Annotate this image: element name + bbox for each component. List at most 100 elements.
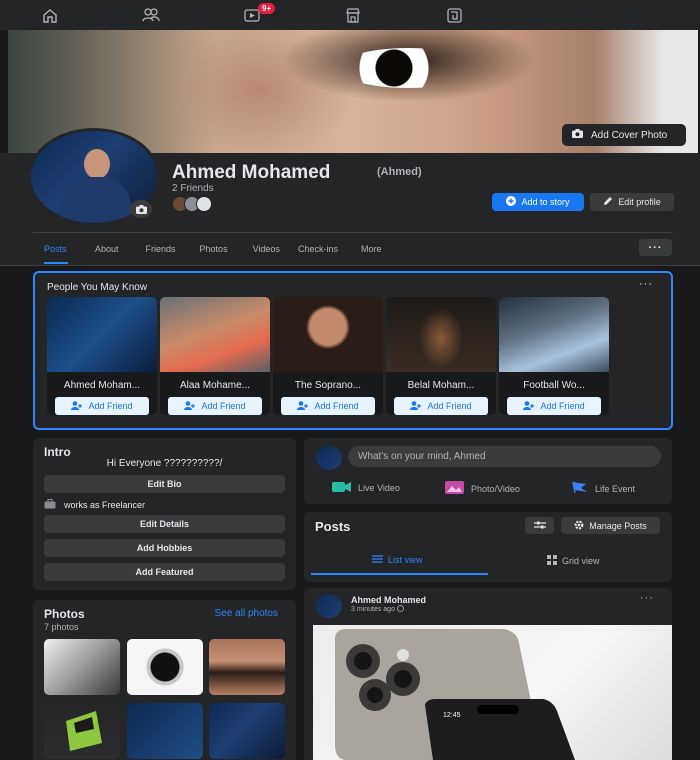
photo-thumbnail[interactable] [127, 703, 203, 759]
notification-badge: 9+ [258, 3, 276, 14]
add-to-story-button[interactable]: Add to story [492, 193, 584, 211]
add-friend-label: Add Friend [88, 401, 133, 411]
intro-panel: Intro Hi Everyone ??????????/ Edit Bio w… [33, 438, 296, 590]
intro-title: Intro [44, 445, 71, 459]
photo-video-button[interactable]: Photo/Video [445, 481, 520, 496]
add-friend-button[interactable]: Add Friend [281, 397, 375, 415]
photo-thumbnail[interactable] [209, 639, 285, 695]
edit-details-button[interactable]: Edit Details [44, 515, 285, 533]
post-composer: What's on your mind, Ahmed Live Video Ph… [304, 438, 672, 504]
work-info: works as Freelancer [44, 499, 145, 511]
friend-suggestion-card[interactable]: Alaa Mohame... Add Friend [160, 297, 270, 415]
photo-thumbnail[interactable] [44, 703, 120, 759]
grid-icon [547, 555, 557, 567]
post-image[interactable]: 12:45 [313, 625, 672, 760]
photo-thumbnail[interactable] [209, 703, 285, 759]
add-to-story-label: Add to story [521, 197, 570, 207]
grid-view-label: Grid view [562, 556, 600, 566]
edit-profile-button[interactable]: Edit profile [590, 193, 674, 211]
friend-suggestion-card[interactable]: Ahmed Moham... Add Friend [47, 297, 157, 415]
post-meta: 3 minutes ago [351, 605, 404, 614]
list-view-tab[interactable]: List view [372, 555, 423, 565]
camera-icon[interactable] [130, 200, 152, 218]
post-author-avatar[interactable] [316, 594, 342, 618]
add-friend-label: Add Friend [314, 401, 359, 411]
add-friend-button[interactable]: Add Friend [55, 397, 149, 415]
suggestion-name: Ahmed Moham... [63, 380, 141, 391]
life-event-button[interactable]: Life Event [572, 481, 635, 496]
home-icon[interactable] [41, 6, 59, 24]
add-friend-button[interactable]: Add Friend [507, 397, 601, 415]
add-cover-photo-button[interactable]: Add Cover Photo [562, 124, 686, 146]
manage-posts-button[interactable]: Manage Posts [561, 517, 660, 534]
marketplace-icon[interactable] [344, 6, 362, 24]
photos-title: Photos [44, 607, 85, 621]
briefcase-icon [44, 499, 56, 511]
composer-input[interactable]: What's on your mind, Ahmed [348, 446, 661, 467]
suggestion-name: The Soprano... [294, 380, 362, 391]
post-options-button[interactable]: ··· [640, 592, 654, 604]
add-friend-button[interactable]: Add Friend [168, 397, 262, 415]
live-video-label: Live Video [358, 483, 400, 493]
sliders-icon [533, 520, 546, 532]
add-cover-label: Add Cover Photo [591, 129, 668, 141]
header-divider [33, 232, 673, 233]
friend-suggestion-card[interactable]: Football Wo... Add Friend [499, 297, 609, 415]
more-options-button[interactable]: ··· [639, 239, 672, 256]
gear-icon [574, 520, 584, 532]
friends-icon[interactable] [142, 6, 160, 24]
photo-video-label: Photo/Video [471, 483, 520, 494]
post-card: Ahmed Mohamed 3 minutes ago ··· 12:45 [304, 588, 672, 760]
filters-button[interactable] [525, 517, 554, 534]
live-video-button[interactable]: Live Video [332, 481, 400, 495]
photo-thumbnail[interactable] [127, 639, 203, 695]
photo-icon [445, 481, 464, 496]
work-text: works as Freelancer [64, 500, 146, 510]
photo-thumbnail[interactable] [44, 639, 120, 695]
add-friend-icon [71, 400, 83, 412]
life-event-label: Life Event [595, 483, 636, 494]
grid-view-tab[interactable]: Grid view [547, 555, 600, 567]
plus-circle-icon [506, 196, 517, 208]
posts-header: Posts Manage Posts List view Grid view [304, 512, 672, 582]
add-featured-button[interactable]: Add Featured [44, 563, 285, 581]
tab-about[interactable]: About [95, 240, 119, 264]
gaming-icon[interactable] [445, 6, 463, 24]
list-view-label: List view [388, 555, 423, 565]
active-view-indicator [311, 573, 488, 575]
profile-name: Ahmed Mohamed [172, 162, 331, 183]
suggestion-photo [47, 297, 157, 372]
camera-icon [572, 129, 583, 141]
friends-count[interactable]: 2 Friends [172, 183, 214, 194]
section-separator [0, 265, 700, 266]
tab-videos[interactable]: Videos [253, 240, 280, 264]
suggestion-photo [499, 297, 609, 372]
pymk-more-button[interactable]: ··· [639, 278, 653, 290]
tab-more[interactable]: More [361, 240, 382, 264]
edit-bio-button[interactable]: Edit Bio [44, 475, 285, 493]
composer-avatar [316, 446, 342, 470]
posts-title: Posts [315, 519, 351, 534]
see-all-photos-link[interactable]: See all photos [215, 608, 278, 619]
photos-panel: Photos See all photos 7 photos [33, 600, 296, 760]
tab-check-ins[interactable]: Check-ins [298, 240, 338, 264]
people-you-may-know: People You May Know ··· Ahmed Moham... A… [33, 271, 673, 430]
add-friend-icon [184, 400, 196, 412]
tab-friends[interactable]: Friends [146, 240, 176, 264]
post-author-name[interactable]: Ahmed Mohamed [351, 595, 426, 605]
suggestion-name: Football Wo... [523, 380, 585, 391]
friend-avatar[interactable] [196, 196, 212, 212]
add-friend-button[interactable]: Add Friend [394, 397, 488, 415]
tab-posts[interactable]: Posts [44, 240, 68, 264]
add-hobbies-button[interactable]: Add Hobbies [44, 539, 285, 557]
globe-icon [397, 605, 404, 614]
photos-count: 7 photos [44, 622, 79, 632]
friend-suggestion-card[interactable]: The Soprano... Add Friend [273, 297, 383, 415]
friend-suggestion-card[interactable]: Belal Moham... Add Friend [386, 297, 496, 415]
bio-text: Hi Everyone ??????????/ [106, 458, 223, 469]
video-camera-icon [332, 481, 351, 495]
add-friend-icon [523, 400, 535, 412]
tab-photos[interactable]: Photos [200, 240, 228, 264]
cover-eye-detail [338, 48, 478, 88]
post-time[interactable]: 3 minutes ago [351, 606, 395, 613]
